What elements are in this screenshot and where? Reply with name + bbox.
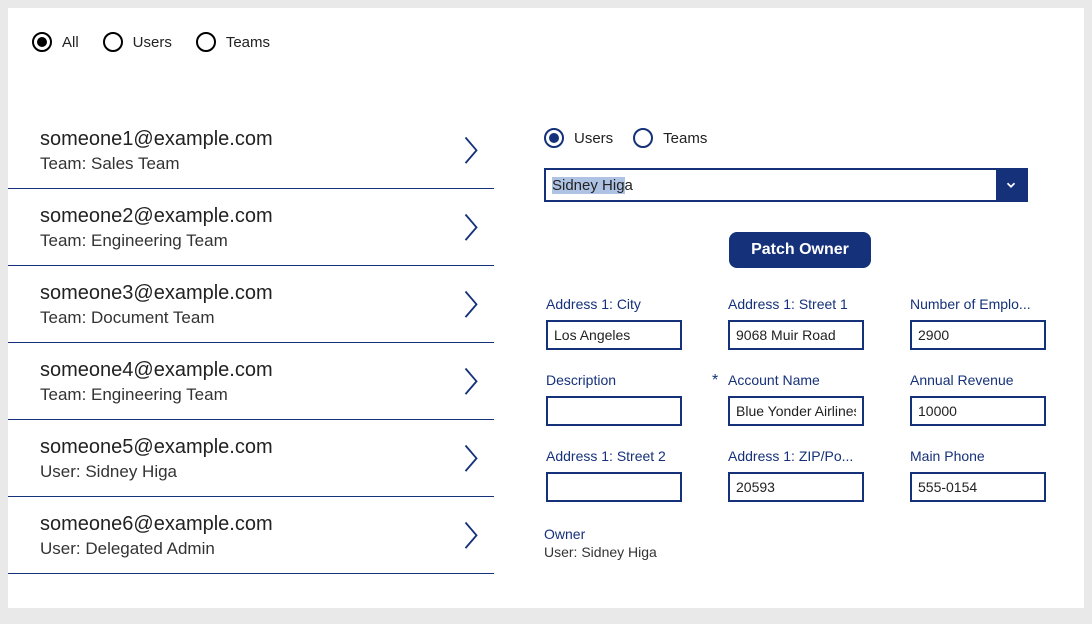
top-filter-option-users[interactable]: Users [103, 32, 172, 52]
field: Address 1: ZIP/Po... [728, 448, 874, 502]
list-item-secondary: User: Delegated Admin [40, 538, 482, 561]
radio-icon [196, 32, 216, 52]
top-filter-option-label: All [62, 34, 79, 51]
owner-type-option-label: Teams [663, 130, 707, 147]
patch-owner-button[interactable]: Patch Owner [729, 232, 871, 268]
owner-type-option-users[interactable]: Users [544, 128, 613, 148]
list-item-primary: someone3@example.com [40, 280, 482, 307]
chevron-right-icon [460, 440, 482, 476]
list-item-secondary: Team: Sales Team [40, 153, 482, 176]
field-label: Description [546, 372, 692, 388]
field: Main Phone [910, 448, 1056, 502]
owner-label: Owner [544, 526, 1056, 542]
list-item-primary: someone6@example.com [40, 511, 482, 538]
top-filter-option-label: Teams [226, 34, 270, 51]
top-filter-group: All Users Teams [8, 8, 1084, 52]
owner-value: User: Sidney Higa [544, 544, 1056, 560]
field: Address 1: Street 1 [728, 296, 874, 350]
field-label: Number of Emplo... [910, 296, 1056, 312]
list-item-secondary: Team: Engineering Team [40, 230, 482, 253]
record-list[interactable]: someone1@example.comTeam: Sales Teamsome… [8, 112, 494, 608]
top-filter-option-teams[interactable]: Teams [196, 32, 270, 52]
required-indicator: * [712, 372, 718, 390]
chevron-right-icon [460, 132, 482, 168]
fields-grid: Address 1: City Address 1: Street 1 Number… [546, 296, 1056, 502]
top-filter-option-label: Users [133, 34, 172, 51]
field: Address 1: Street 2 [546, 448, 692, 502]
chevron-right-icon [460, 363, 482, 399]
list-item-primary: someone2@example.com [40, 203, 482, 230]
field-input[interactable] [910, 396, 1046, 426]
owner-block: Owner User: Sidney Higa [544, 526, 1056, 560]
owner-type-option-label: Users [574, 130, 613, 147]
field-input[interactable] [910, 472, 1046, 502]
main-split: someone1@example.comTeam: Sales Teamsome… [8, 112, 1084, 608]
owner-type-option-teams[interactable]: Teams [633, 128, 707, 148]
chevron-down-icon[interactable] [996, 170, 1026, 200]
field-input[interactable] [546, 320, 682, 350]
chevron-right-icon [460, 286, 482, 322]
field-label: Address 1: Street 2 [546, 448, 692, 464]
field-label: Account Name [728, 372, 874, 388]
list-item[interactable]: someone6@example.comUser: Delegated Admi… [8, 497, 494, 574]
list-item-secondary: Team: Engineering Team [40, 384, 482, 407]
list-item-primary: someone1@example.com [40, 126, 482, 153]
list-item[interactable]: someone1@example.comTeam: Sales Team [8, 112, 494, 189]
list-item[interactable]: someone3@example.comTeam: Document Team [8, 266, 494, 343]
field-label: Address 1: City [546, 296, 692, 312]
list-item-secondary: User: Sidney Higa [40, 461, 482, 484]
list-item[interactable]: someone2@example.comTeam: Engineering Te… [8, 189, 494, 266]
list-item-primary: someone5@example.com [40, 434, 482, 461]
field-input[interactable] [546, 396, 682, 426]
list-item[interactable]: someone4@example.comTeam: Engineering Te… [8, 343, 494, 420]
field-label: Annual Revenue [910, 372, 1056, 388]
field-label: Main Phone [910, 448, 1056, 464]
radio-icon [633, 128, 653, 148]
radio-icon [32, 32, 52, 52]
field: Address 1: City [546, 296, 692, 350]
chevron-right-icon [460, 517, 482, 553]
chevron-right-icon [460, 209, 482, 245]
radio-icon [544, 128, 564, 148]
field-label: Address 1: ZIP/Po... [728, 448, 874, 464]
field: Annual Revenue [910, 372, 1056, 426]
field-input[interactable] [728, 472, 864, 502]
list-item-secondary: Team: Document Team [40, 307, 482, 330]
list-item[interactable]: someone5@example.comUser: Sidney Higa [8, 420, 494, 497]
list-item-primary: someone4@example.com [40, 357, 482, 384]
field-input[interactable] [728, 320, 864, 350]
field-label: Address 1: Street 1 [728, 296, 874, 312]
owner-type-filter: Users Teams [544, 128, 1056, 148]
field: Description [546, 372, 692, 426]
top-filter-option-all[interactable]: All [32, 32, 79, 52]
detail-panel: Users Teams Sidney Higa Patch Owner Addre… [494, 112, 1084, 608]
owner-combobox-text: Sidney Higa [546, 177, 633, 194]
field: Number of Emplo... [910, 296, 1056, 350]
field-input[interactable] [546, 472, 682, 502]
field-input[interactable] [910, 320, 1046, 350]
field-input[interactable] [728, 396, 864, 426]
field: *Account Name [728, 372, 874, 426]
owner-combobox[interactable]: Sidney Higa [544, 168, 1028, 202]
radio-icon [103, 32, 123, 52]
